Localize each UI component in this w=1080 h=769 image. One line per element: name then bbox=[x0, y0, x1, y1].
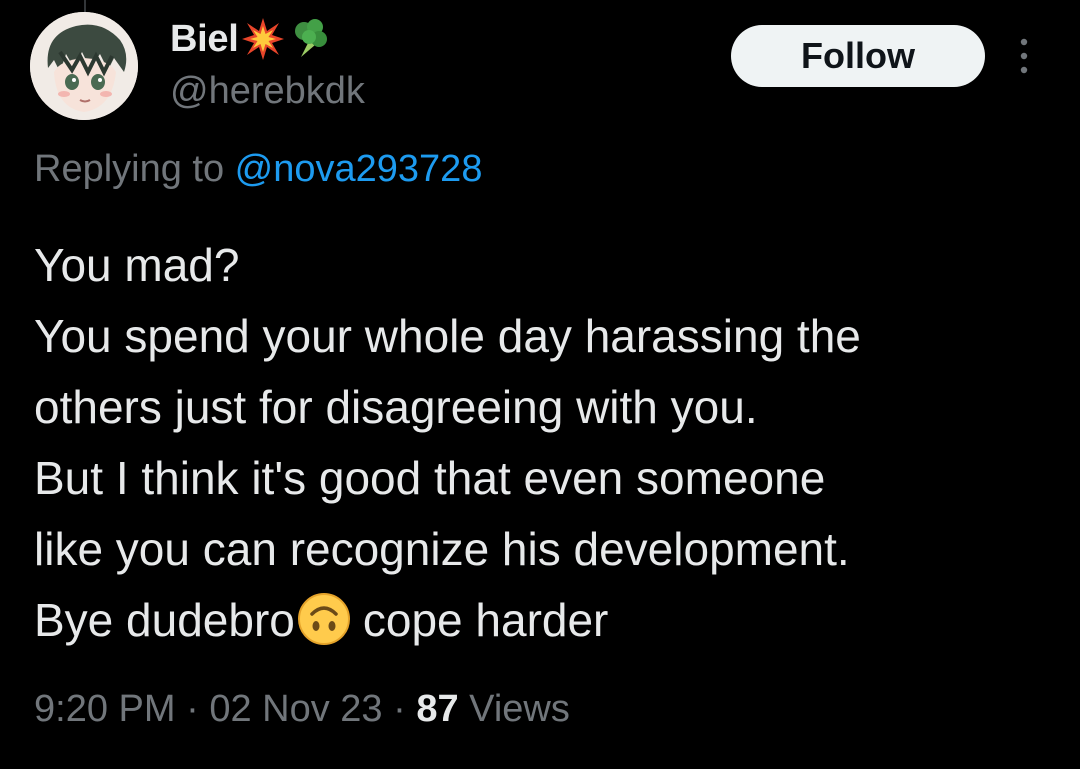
views-label: Views bbox=[469, 688, 570, 730]
collision-emoji-icon bbox=[241, 17, 285, 61]
meta-separator: · bbox=[382, 688, 417, 730]
meta-separator: · bbox=[175, 688, 210, 730]
tweet-date[interactable]: 02 Nov 23 bbox=[209, 688, 382, 730]
reply-handle-link[interactable]: @nova293728 bbox=[235, 148, 483, 190]
author-name-row[interactable]: Biel bbox=[170, 14, 331, 64]
replying-to-line: Replying to @nova293728 bbox=[34, 148, 482, 191]
tweet-text-fragment: cope harder bbox=[362, 594, 609, 646]
avatar[interactable] bbox=[30, 12, 138, 120]
tweet-line: like you can recognize his development. bbox=[34, 523, 850, 575]
tweet-line: You spend your whole day harassing the bbox=[34, 310, 861, 362]
avatar-image bbox=[30, 12, 138, 120]
tweet-time[interactable]: 9:20 PM bbox=[34, 688, 176, 730]
tweet-line: others just for disagreeing with you. bbox=[34, 381, 758, 433]
tweet-line: But I think it's good that even someone bbox=[34, 452, 826, 504]
tweet-text-fragment: Bye dudebro bbox=[34, 594, 295, 646]
display-name[interactable]: Biel bbox=[170, 18, 239, 61]
author-handle[interactable]: @herebkdk bbox=[170, 70, 365, 113]
broccoli-emoji-icon bbox=[287, 17, 331, 61]
more-vertical-icon[interactable] bbox=[1012, 36, 1036, 76]
views-count[interactable]: 87 bbox=[416, 688, 458, 730]
upside-down-face-emoji-icon bbox=[297, 592, 351, 646]
replying-to-label: Replying to bbox=[34, 148, 235, 190]
thread-connector-line bbox=[84, 0, 86, 12]
follow-button[interactable]: Follow bbox=[731, 25, 985, 87]
tweet-text: You mad? You spend your whole day harass… bbox=[34, 230, 1064, 656]
tweet-line: You mad? bbox=[34, 239, 240, 291]
tweet-last-line: Bye dudebro cope harder bbox=[34, 585, 1064, 656]
tweet-metadata: 9:20 PM · 02 Nov 23 · 87 Views bbox=[34, 688, 570, 731]
